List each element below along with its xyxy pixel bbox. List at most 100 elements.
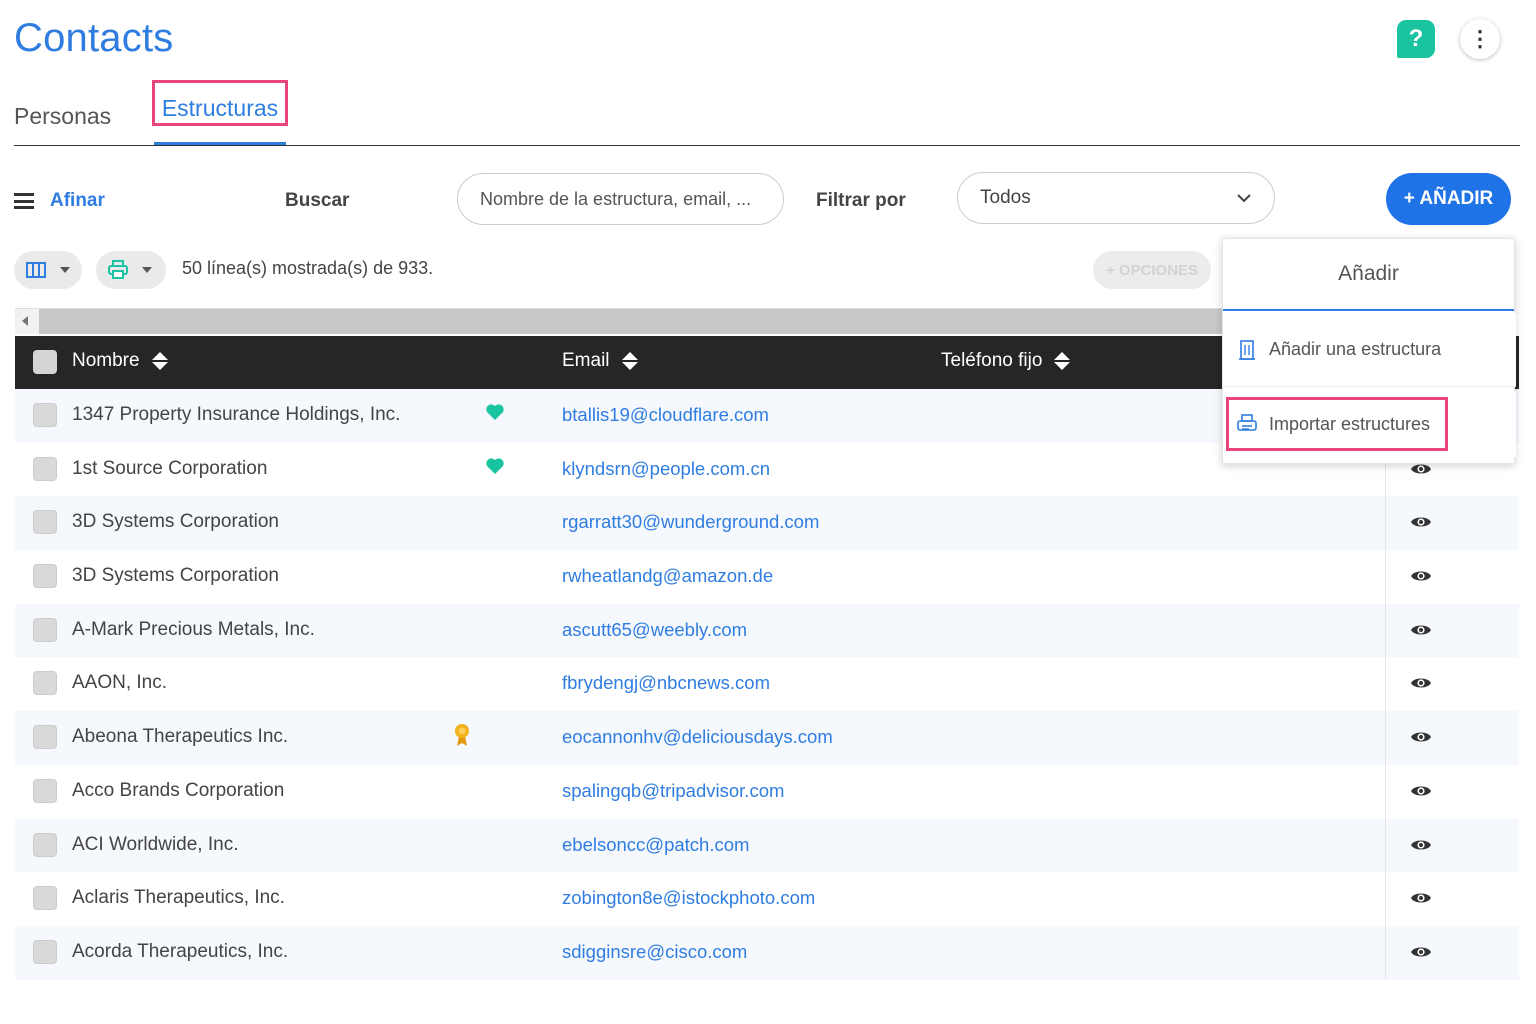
table-row[interactable]: 3D Systems Corporation rgarratt30@wunderg…	[15, 496, 1519, 551]
row-checkbox[interactable]	[33, 778, 57, 803]
filter-selected-value: Todos	[980, 187, 1031, 208]
email-link[interactable]: ebelsoncc@patch.com	[562, 834, 749, 856]
eye-icon[interactable]	[1410, 890, 1432, 906]
import-structures-menu-item[interactable]: Importar estructures	[1223, 391, 1516, 457]
eye-icon[interactable]	[1410, 837, 1432, 853]
help-button[interactable]: ?	[1397, 20, 1435, 58]
eye-icon[interactable]	[1410, 622, 1432, 638]
table-body: 1347 Property Insurance Holdings, Inc. bt…	[15, 389, 1519, 980]
column-header-telefono[interactable]: Teléfono fijo	[941, 350, 1071, 372]
chevron-down-icon	[1237, 194, 1251, 203]
row-checkbox[interactable]	[33, 671, 57, 696]
refine-link[interactable]: Afinar	[50, 190, 105, 212]
email-link[interactable]: sdigginsre@cisco.com	[562, 941, 747, 963]
options-button[interactable]: + OPCIONES	[1093, 251, 1211, 289]
import-highlight-box	[1226, 397, 1448, 451]
column-divider	[1385, 603, 1386, 658]
row-checkbox[interactable]	[33, 832, 57, 857]
table-row[interactable]: AAON, Inc. fbrydengj@nbcnews.com	[15, 657, 1519, 712]
add-structure-menu-item[interactable]: Añadir una estructura	[1223, 313, 1516, 387]
row-checkbox[interactable]	[33, 564, 57, 589]
column-divider	[1385, 496, 1386, 551]
eye-icon[interactable]	[1410, 729, 1432, 745]
sort-icon	[621, 352, 638, 370]
email-link[interactable]: fbrydengj@nbcnews.com	[562, 672, 770, 694]
more-options-button[interactable]: ⋮	[1460, 19, 1500, 59]
structure-name: Acco Brands Corporation	[72, 779, 285, 801]
search-label: Buscar	[285, 190, 350, 211]
row-checkbox[interactable]	[33, 886, 57, 911]
eye-icon[interactable]	[1410, 944, 1432, 960]
printer-icon	[108, 260, 128, 279]
column-divider	[1385, 550, 1386, 604]
row-checkbox[interactable]	[33, 939, 57, 964]
eye-icon[interactable]	[1410, 514, 1432, 530]
table-row[interactable]: 3D Systems Corporation rwheatlandg@amazon…	[15, 550, 1519, 604]
email-link[interactable]: zobington8e@istockphoto.com	[562, 887, 815, 909]
email-link[interactable]: spalingqb@tripadvisor.com	[562, 780, 784, 802]
structure-name: 3D Systems Corporation	[72, 511, 279, 533]
horizontal-scrollbar[interactable]	[15, 308, 1225, 334]
column-header-email[interactable]: Email	[562, 350, 638, 372]
search-input[interactable]	[457, 173, 784, 225]
structure-name: Abeona Therapeutics Inc.	[72, 726, 289, 748]
table-row[interactable]: Aclaris Therapeutics, Inc. zobington8e@is…	[15, 872, 1519, 926]
award-icon	[454, 723, 470, 752]
column-divider	[1385, 872, 1386, 926]
column-divider	[1385, 818, 1386, 873]
email-link[interactable]: btallis19@cloudflare.com	[562, 404, 769, 426]
structure-name: Aclaris Therapeutics, Inc.	[72, 887, 285, 909]
structure-name: ACI Worldwide, Inc.	[72, 833, 239, 855]
column-divider	[1385, 657, 1386, 712]
table-row[interactable]: ACI Worldwide, Inc. ebelsoncc@patch.com	[15, 818, 1519, 873]
structure-name: 1st Source Corporation	[72, 457, 268, 479]
table-row[interactable]: Acco Brands Corporation spalingqb@tripadv…	[15, 764, 1519, 819]
dropdown-title: Añadir	[1223, 239, 1514, 311]
table-row[interactable]: A-Mark Precious Metals, Inc. ascutt65@wee…	[15, 603, 1519, 658]
add-button[interactable]: + AÑADIR	[1386, 173, 1511, 225]
columns-toggle-button[interactable]	[14, 251, 82, 289]
eye-icon[interactable]	[1410, 783, 1432, 799]
row-checkbox[interactable]	[33, 510, 57, 535]
building-icon	[1239, 339, 1255, 360]
row-count-text: 50 línea(s) mostrada(s) de 933.	[182, 258, 434, 278]
structure-name: A-Mark Precious Metals, Inc.	[72, 618, 315, 640]
table-row[interactable]: Acorda Therapeutics, Inc. sdigginsre@cisc…	[15, 925, 1519, 980]
heart-icon	[485, 457, 505, 480]
sort-icon	[151, 352, 168, 370]
select-all-checkbox[interactable]	[33, 350, 57, 374]
tab-bar: Personas Estructuras	[14, 80, 1520, 146]
column-header-nombre[interactable]: Nombre	[72, 350, 168, 372]
structure-name: 1347 Property Insurance Holdings, Inc.	[72, 404, 401, 425]
eye-icon[interactable]	[1410, 568, 1432, 584]
email-link[interactable]: ascutt65@weebly.com	[562, 619, 747, 641]
heart-icon	[485, 403, 505, 426]
email-link[interactable]: eocannonhv@deliciousdays.com	[562, 726, 833, 748]
eye-icon[interactable]	[1410, 675, 1432, 691]
column-header-label: Teléfono fijo	[941, 350, 1043, 371]
tab-personas-label: Personas	[14, 103, 112, 129]
scroll-left-icon[interactable]	[15, 309, 39, 334]
print-button[interactable]	[96, 251, 166, 289]
tab-estructuras[interactable]: Estructuras	[152, 80, 288, 145]
column-divider	[1385, 764, 1386, 819]
row-checkbox[interactable]	[33, 403, 57, 427]
email-link[interactable]: klyndsrn@people.com.cn	[562, 458, 770, 480]
caret-down-icon	[60, 267, 70, 273]
add-structure-label: Añadir una estructura	[1269, 339, 1442, 359]
filter-select[interactable]: Todos	[957, 172, 1275, 224]
caret-down-icon	[142, 267, 152, 273]
tab-personas[interactable]: Personas	[14, 84, 124, 149]
hamburger-menu-icon[interactable]	[14, 193, 34, 209]
email-link[interactable]: rwheatlandg@amazon.de	[562, 565, 773, 587]
filter-label: Filtrar por	[816, 190, 906, 211]
row-checkbox[interactable]	[33, 617, 57, 642]
structure-name: AAON, Inc.	[72, 672, 168, 694]
columns-icon	[26, 262, 46, 278]
column-header-label: Email	[562, 350, 610, 371]
email-link[interactable]: rgarratt30@wunderground.com	[562, 511, 819, 533]
table-row[interactable]: Abeona Therapeutics Inc. eocannonhv@delic…	[15, 711, 1519, 765]
row-checkbox[interactable]	[33, 456, 57, 481]
row-checkbox[interactable]	[33, 725, 57, 750]
page-title: Contacts	[14, 16, 174, 60]
